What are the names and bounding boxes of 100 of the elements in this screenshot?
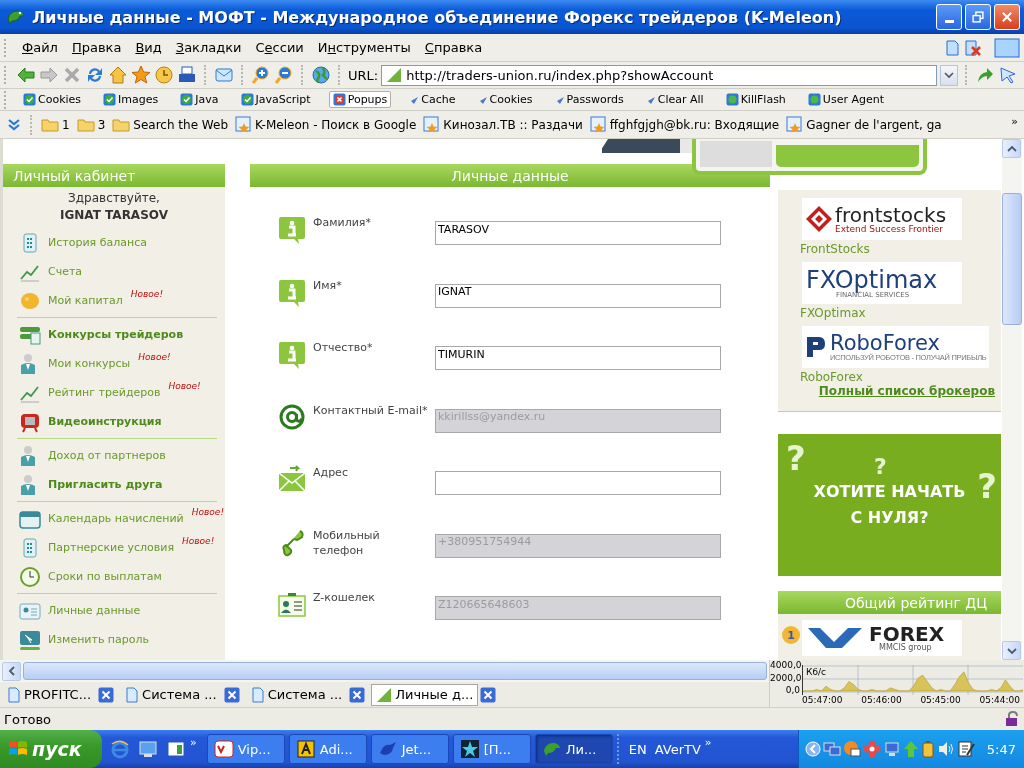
menu-item[interactable]: Сессии <box>250 40 309 55</box>
menu-item[interactable]: Инструменты <box>312 40 416 55</box>
bookmark-folder[interactable]: 1 <box>41 117 70 132</box>
star-icon[interactable] <box>131 65 151 85</box>
url-field[interactable]: http://traders-union.ru/index.php?showAccount <box>381 64 937 86</box>
reload-icon[interactable] <box>85 65 105 85</box>
sidebar-link[interactable]: Мои конкурсы Новое! <box>3 349 173 378</box>
privacy-toggle[interactable]: Cookies <box>19 91 86 108</box>
sidebar-link[interactable]: Видеоинструкция <box>3 407 164 436</box>
zoom-out-icon[interactable] <box>274 65 294 85</box>
more-toolbar-button[interactable]: » <box>704 736 712 749</box>
notepad-icon[interactable] <box>956 740 975 758</box>
more-quick-launch-button[interactable]: » <box>190 736 197 749</box>
chevron-down-icon[interactable] <box>6 116 22 133</box>
language-indicator[interactable]: EN <box>624 741 651 757</box>
scroll-up-button[interactable] <box>1002 139 1021 158</box>
bookmark-link[interactable]: K-Meleon - Поиск в Google <box>235 116 417 133</box>
back-icon[interactable] <box>16 65 36 85</box>
browser-tab[interactable]: Система ... <box>245 683 348 706</box>
sidebar-link[interactable]: Пригласить друга <box>3 470 165 499</box>
clock-icon[interactable] <box>154 65 174 85</box>
new-label: Новое! <box>138 352 171 362</box>
zoom-in-icon[interactable] <box>251 65 271 85</box>
horizontal-scrollbar[interactable] <box>0 660 769 682</box>
scroll-left-button[interactable] <box>2 661 21 681</box>
privacy-toggle[interactable]: User Agent <box>803 91 888 108</box>
text-field[interactable]: IGNAT <box>435 283 721 308</box>
privacy-toggle[interactable]: Images <box>99 91 163 108</box>
close-tab-icon[interactable] <box>223 686 240 703</box>
scroll-thumb[interactable] <box>1002 193 1022 325</box>
start-button[interactable]: пуск <box>0 730 102 768</box>
toolbar-label[interactable]: AVerTV <box>654 741 701 757</box>
bookmark-link[interactable]: Gagner de l'argent, ga <box>786 116 942 133</box>
text-field[interactable]: TIMURIN <box>435 346 721 370</box>
privacy-toggle[interactable]: Java <box>176 91 223 108</box>
scroll-down-button[interactable] <box>1002 641 1021 660</box>
flower-icon[interactable] <box>862 740 881 758</box>
menu-item[interactable]: Закладки <box>170 40 247 55</box>
browser-tab[interactable]: Личные д... <box>371 683 479 706</box>
taskbar-button[interactable]: Jet... <box>370 734 449 764</box>
privacy-toggle[interactable]: Clear All <box>641 91 708 108</box>
network-icon[interactable] <box>882 740 901 758</box>
network-icon[interactable] <box>822 740 841 758</box>
dropdown-button[interactable] <box>940 64 958 86</box>
restore-button[interactable] <box>965 4 991 30</box>
stop-icon[interactable] <box>62 65 82 85</box>
mail-alert-icon[interactable] <box>842 740 861 758</box>
print-icon[interactable] <box>177 65 197 85</box>
clock-text: 5:47 <box>986 741 1016 757</box>
close-tab-icon[interactable] <box>349 686 366 703</box>
bookmark-folder[interactable]: Search the Web <box>112 117 228 132</box>
broker-logo[interactable]: frontstocks Extend Success Frontier <box>802 198 962 240</box>
browser-e-icon[interactable] <box>110 739 130 759</box>
taskbar-button[interactable]: [П... <box>452 734 531 764</box>
app-icon <box>295 739 316 759</box>
scroll-thumb[interactable] <box>23 662 767 680</box>
privacy-toggle[interactable]: Cookies <box>473 91 537 108</box>
sidebar-link[interactable]: Рейтинг трейдеров Новое! <box>3 378 203 407</box>
desktop-icon[interactable] <box>138 739 158 759</box>
text-field[interactable]: TARASOV <box>435 221 721 245</box>
cursor-arrow-icon[interactable] <box>998 65 1018 85</box>
browser-tab[interactable]: PROFITC... <box>2 683 97 706</box>
close-page-icon[interactable] <box>964 38 982 57</box>
taskbar-button[interactable]: Adi... <box>288 734 367 764</box>
sidebar-link[interactable]: Мой капитал Новое! <box>3 286 165 315</box>
close-button[interactable] <box>994 4 1020 30</box>
privacy-toggle[interactable]: Passwords <box>550 91 628 108</box>
window-panel-icon[interactable] <box>166 739 186 759</box>
taskbar-button[interactable]: Ли... <box>534 734 613 764</box>
close-tab-icon[interactable] <box>98 686 115 703</box>
more-bookmarks-button[interactable]: » <box>1011 115 1018 128</box>
privacy-toggle[interactable]: Popups <box>328 91 392 108</box>
minimize-button[interactable] <box>936 4 962 30</box>
menu-item[interactable]: Вид <box>130 40 167 55</box>
globe-icon[interactable] <box>311 65 331 85</box>
privacy-toggle[interactable]: KillFlash <box>721 91 790 108</box>
broker-logo[interactable]: FOREX MMCIS group <box>802 620 962 656</box>
close-tab-icon[interactable] <box>480 686 497 703</box>
menu-item[interactable]: Справка <box>419 40 488 55</box>
mail-icon[interactable] <box>214 65 234 85</box>
vertical-scrollbar[interactable] <box>1002 139 1022 660</box>
privacy-toggle[interactable]: Cache <box>405 91 460 108</box>
page-icon[interactable] <box>944 38 960 57</box>
taskbar-button[interactable]: Vip... <box>206 734 285 764</box>
menu-item[interactable]: Файл <box>17 40 63 55</box>
home-icon[interactable] <box>108 65 128 85</box>
battery-icon[interactable] <box>920 740 935 758</box>
bookmark-link[interactable]: ffghfgjgh@bk.ru: Входящие <box>589 116 780 133</box>
bookmark-folder[interactable]: 3 <box>76 117 106 132</box>
all-brokers-link[interactable]: Полный список брокеров <box>818 384 995 398</box>
text-field[interactable] <box>435 471 721 495</box>
sidebar-link[interactable]: Календарь начислений Новое! <box>3 504 226 533</box>
browser-tab[interactable]: Система ... <box>120 683 222 706</box>
sidebar-link[interactable]: Конкурсы трейдеров <box>3 320 186 349</box>
sidebar-link[interactable]: Партнерские условия Новое! <box>3 533 217 562</box>
privacy-toggle[interactable]: JavaScript <box>236 91 315 108</box>
menu-item[interactable]: Правка <box>66 40 127 55</box>
forward-icon[interactable] <box>39 65 59 85</box>
bookmark-link[interactable]: Кинозал.ТВ :: Раздачи <box>423 116 583 133</box>
window-icon[interactable] <box>994 37 1020 58</box>
